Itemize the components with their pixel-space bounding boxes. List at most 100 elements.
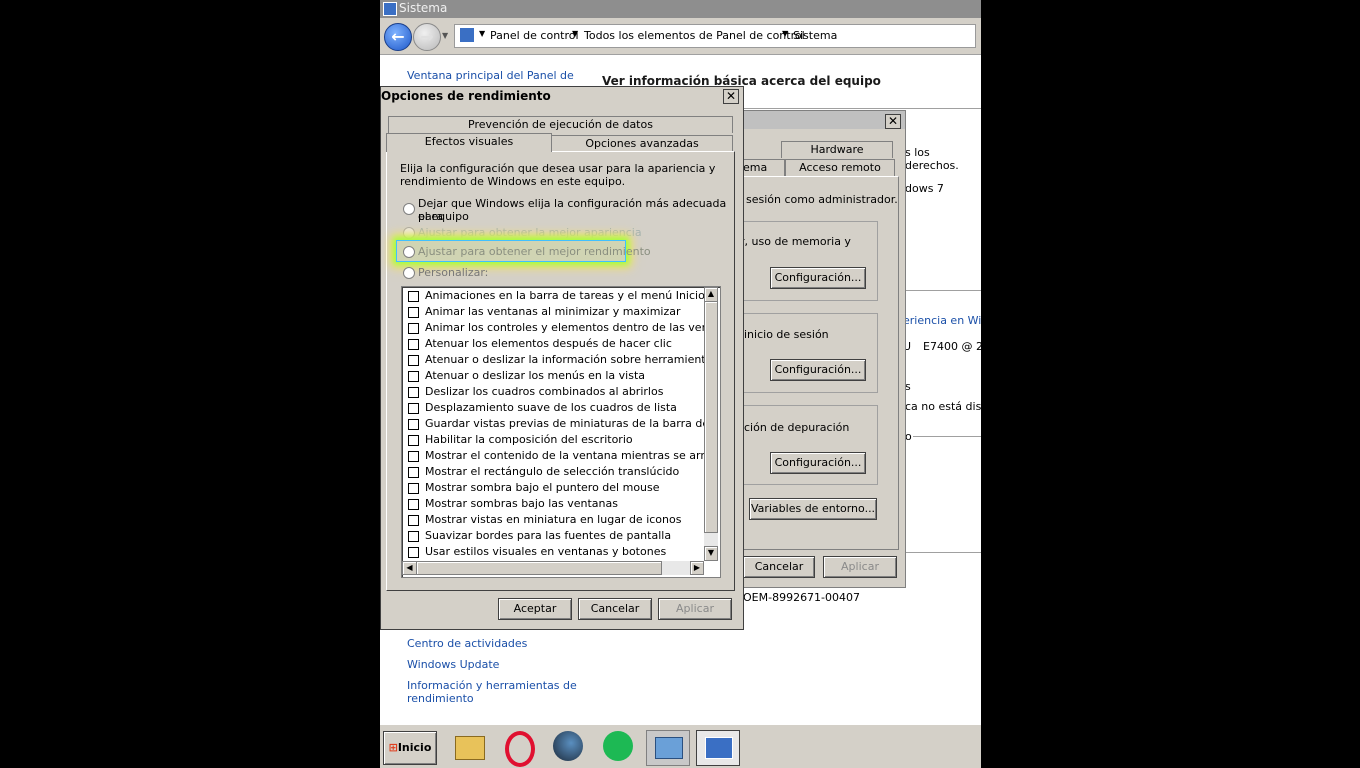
checkbox[interactable] bbox=[408, 291, 419, 302]
visual-effect-checkbox-row[interactable]: Atenuar o deslizar los menús en la vista bbox=[402, 368, 704, 384]
performance-settings-button[interactable]: Configuración... bbox=[770, 267, 866, 289]
spotify-icon[interactable] bbox=[598, 730, 640, 764]
visual-effect-checkbox-row[interactable]: Animaciones en la barra de tareas y el m… bbox=[402, 288, 704, 304]
checkbox[interactable] bbox=[408, 323, 419, 334]
visual-effect-checkbox-row[interactable]: Habilitar la composición del escritorio bbox=[402, 432, 704, 448]
checkbox-label: Guardar vistas previas de miniaturas de … bbox=[425, 417, 704, 430]
visual-effects-list: Animaciones en la barra de tareas y el m… bbox=[401, 286, 721, 578]
visual-effect-checkbox-row[interactable]: Guardar vistas previas de miniaturas de … bbox=[402, 416, 704, 432]
breadcrumb-chevron-icon[interactable]: ▼ bbox=[572, 29, 578, 38]
action-center-link[interactable]: Centro de actividades bbox=[407, 637, 527, 650]
back-button[interactable]: ← bbox=[384, 23, 412, 51]
desktop-screen: Sistema ← → ▼ ▼ Panel de control ▼ Todos… bbox=[380, 0, 981, 768]
visual-effect-checkbox-row[interactable]: Mostrar vistas en miniatura en lugar de … bbox=[402, 512, 704, 528]
scrollbar-thumb[interactable] bbox=[704, 301, 718, 533]
radio-best-performance[interactable] bbox=[403, 246, 415, 258]
system-properties-apply-button[interactable]: Aplicar bbox=[823, 556, 897, 578]
scroll-up-icon[interactable]: ▲ bbox=[704, 287, 718, 302]
checkbox[interactable] bbox=[408, 307, 419, 318]
breadcrumb-item[interactable]: Sistema bbox=[793, 29, 837, 42]
user-profiles-settings-button[interactable]: Configuración... bbox=[770, 359, 866, 381]
breadcrumb-chevron-icon[interactable]: ▼ bbox=[479, 29, 485, 38]
checkbox[interactable] bbox=[408, 547, 419, 558]
tab-visual-effects[interactable]: Efectos visuales bbox=[386, 133, 552, 152]
forward-button[interactable]: → bbox=[413, 23, 441, 51]
breadcrumb-chevron-icon[interactable]: ▼ bbox=[782, 29, 788, 38]
system-properties-dialog: ✕ Hardware tema Acceso remoto sesión com… bbox=[720, 110, 906, 588]
checkbox-label: Animaciones en la barra de tareas y el m… bbox=[425, 289, 704, 302]
windows-update-link[interactable]: Windows Update bbox=[407, 658, 499, 671]
tab-dep[interactable]: Prevención de ejecución de datos bbox=[388, 116, 733, 133]
checkbox[interactable] bbox=[408, 451, 419, 462]
control-panel-home-link[interactable]: Ventana principal del Panel de bbox=[407, 69, 574, 82]
visual-effect-checkbox-row[interactable]: Atenuar los elementos después de hacer c… bbox=[402, 336, 704, 352]
system-icon[interactable] bbox=[696, 730, 740, 766]
opera-icon[interactable] bbox=[498, 730, 540, 767]
dialog-title: Opciones de rendimiento bbox=[381, 89, 551, 103]
breadcrumb-item[interactable]: Panel de control bbox=[490, 29, 579, 42]
tab-remote[interactable]: Acceso remoto bbox=[785, 159, 895, 176]
hscroll-thumb[interactable] bbox=[416, 561, 662, 575]
control-panel-icon[interactable] bbox=[646, 730, 690, 766]
startup-recovery-settings-button[interactable]: Configuración... bbox=[770, 452, 866, 474]
radio-custom[interactable] bbox=[403, 267, 415, 279]
visual-effect-checkbox-row[interactable]: Mostrar sombra bajo el puntero del mouse bbox=[402, 480, 704, 496]
steam-icon[interactable] bbox=[548, 730, 590, 764]
scroll-down-icon[interactable]: ▼ bbox=[704, 546, 718, 561]
checkbox[interactable] bbox=[408, 515, 419, 526]
scroll-left-icon[interactable]: ◀ bbox=[402, 561, 417, 575]
experience-index-link[interactable]: eriencia en Wind bbox=[903, 314, 981, 327]
divider bbox=[913, 436, 981, 437]
visual-effect-checkbox-row[interactable]: Mostrar el contenido de la ventana mient… bbox=[402, 448, 704, 464]
start-label: Inicio bbox=[397, 741, 432, 754]
checkbox[interactable] bbox=[408, 467, 419, 478]
tab-hardware[interactable]: Hardware bbox=[781, 141, 893, 158]
checkbox[interactable] bbox=[408, 531, 419, 542]
checkbox-label: Desplazamiento suave de los cuadros de l… bbox=[425, 401, 677, 414]
radio-best-appearance[interactable] bbox=[403, 227, 415, 239]
checkbox[interactable] bbox=[408, 483, 419, 494]
checkbox[interactable] bbox=[408, 355, 419, 366]
cancel-button[interactable]: Cancelar bbox=[578, 598, 652, 620]
forward-arrow-icon: → bbox=[420, 27, 434, 46]
tab-advanced-options[interactable]: Opciones avanzadas bbox=[551, 135, 733, 152]
checkbox[interactable] bbox=[408, 387, 419, 398]
horizontal-scrollbar[interactable]: ◀ ▶ bbox=[402, 561, 704, 575]
radio-best-appearance-label: Ajustar para obtener la mejor apariencia bbox=[418, 226, 642, 239]
close-icon[interactable]: ✕ bbox=[885, 114, 901, 129]
checkbox[interactable] bbox=[408, 419, 419, 430]
visual-effect-checkbox-row[interactable]: Animar los controles y elementos dentro … bbox=[402, 320, 704, 336]
performance-options-titlebar: Opciones de rendimiento bbox=[381, 87, 743, 105]
apply-button[interactable]: Aplicar bbox=[658, 598, 732, 620]
system-properties-cancel-button[interactable]: Cancelar bbox=[743, 556, 815, 578]
ok-button[interactable]: Aceptar bbox=[498, 598, 572, 620]
checkbox-label: Atenuar o deslizar la información sobre … bbox=[425, 353, 704, 366]
breadcrumb-item[interactable]: Todos los elementos de Panel de control bbox=[584, 29, 805, 42]
visual-effect-checkbox-row[interactable]: Mostrar el rectángulo de selección trans… bbox=[402, 464, 704, 480]
environment-variables-button[interactable]: Variables de entorno... bbox=[749, 498, 877, 520]
radio-let-windows-choose[interactable] bbox=[403, 203, 415, 215]
checkbox[interactable] bbox=[408, 403, 419, 414]
start-button[interactable]: ⊞Inicio bbox=[383, 731, 437, 765]
visual-effect-checkbox-row[interactable]: Mostrar sombras bajo las ventanas bbox=[402, 496, 704, 512]
performance-info-link[interactable]: Información y herramientas de bbox=[407, 679, 577, 692]
radio-best-performance-label: Ajustar para obtener el mejor rendimient… bbox=[418, 245, 651, 258]
visual-effect-checkbox-row[interactable]: Suavizar bordes para las fuentes de pant… bbox=[402, 528, 704, 544]
vertical-scrollbar[interactable]: ▲ ▼ bbox=[704, 287, 718, 561]
checkbox[interactable] bbox=[408, 499, 419, 510]
scroll-right-icon[interactable]: ▶ bbox=[690, 561, 704, 575]
visual-effect-checkbox-row[interactable]: Desplazamiento suave de los cuadros de l… bbox=[402, 400, 704, 416]
visual-effect-checkbox-row[interactable]: Atenuar o deslizar la información sobre … bbox=[402, 352, 704, 368]
file-explorer-icon[interactable] bbox=[448, 730, 490, 764]
checkbox[interactable] bbox=[408, 339, 419, 350]
close-icon[interactable]: ✕ bbox=[723, 89, 739, 104]
breadcrumb[interactable]: ▼ Panel de control ▼ Todos los elementos… bbox=[454, 24, 976, 48]
visual-effect-checkbox-row[interactable]: Usar estilos visuales en ventanas y boto… bbox=[402, 544, 704, 560]
checkbox[interactable] bbox=[408, 371, 419, 382]
recent-pages-chevron-icon[interactable]: ▼ bbox=[442, 31, 448, 40]
visual-effect-checkbox-row[interactable]: Animar las ventanas al minimizar y maxim… bbox=[402, 304, 704, 320]
visual-effect-checkbox-row[interactable]: Deslizar los cuadros combinados al abrir… bbox=[402, 384, 704, 400]
checkbox[interactable] bbox=[408, 435, 419, 446]
performance-info-link-line2[interactable]: rendimiento bbox=[407, 692, 474, 705]
checkbox-label: Mostrar sombra bajo el puntero del mouse bbox=[425, 481, 660, 494]
